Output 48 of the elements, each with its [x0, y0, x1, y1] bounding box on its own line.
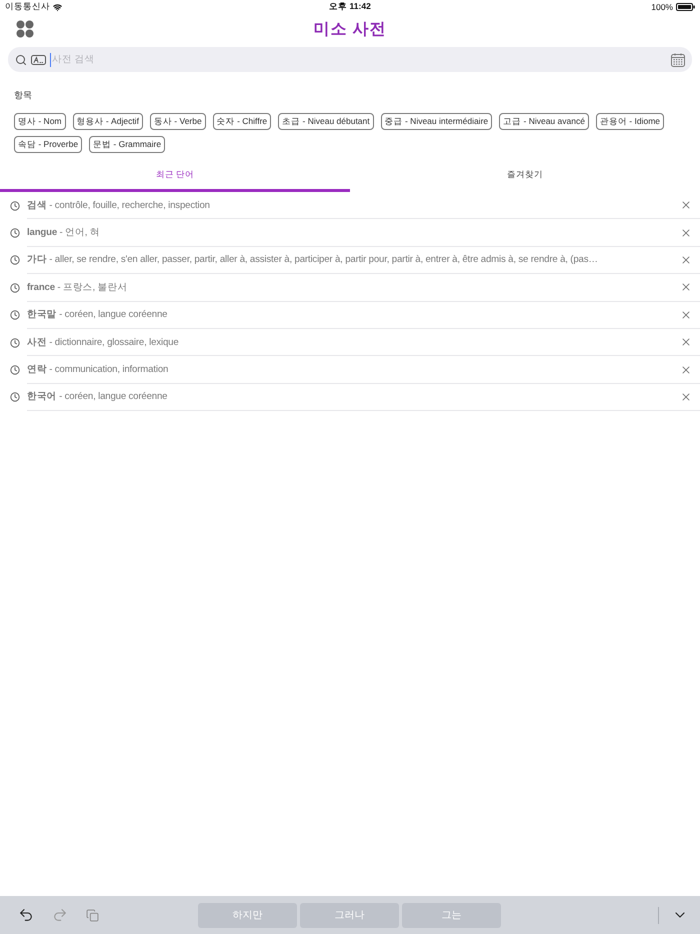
clock-icon [10, 310, 20, 320]
category-chip[interactable]: 고급 - Niveau avancé [499, 113, 589, 130]
category-chip[interactable]: 동사 - Verbe [150, 113, 206, 130]
close-icon[interactable] [680, 254, 692, 266]
wifi-icon [53, 2, 62, 12]
search-icon [15, 54, 27, 66]
clock-icon [10, 392, 20, 402]
category-chip[interactable]: 관용어 - Idiome [596, 113, 664, 130]
recent-word-entry[interactable]: langue - 언어, 혀 [27, 226, 100, 240]
category-chip[interactable]: 명사 - Nom [14, 113, 66, 130]
close-icon[interactable] [680, 226, 692, 239]
recent-word-entry[interactable]: 가다 - aller, se rendre, s'en aller, passer, partir, aller à, assister à, participer à, partir pour, partir à, entrer à, être admis à, se rendre à, (pas… [27, 253, 598, 266]
search-field[interactable]: 사전 검색 [8, 47, 692, 72]
recent-word-entry[interactable]: 사전 - dictionnaire, glossaire, lexique [27, 336, 179, 349]
search-input[interactable]: 사전 검색 [50, 52, 667, 66]
battery-percent: 100% [651, 2, 673, 12]
recent-word-entry[interactable]: 검색 - contrôle, fouille, recherche, inspection [27, 198, 210, 212]
battery-icon [676, 3, 695, 11]
close-icon[interactable] [680, 308, 692, 321]
close-icon[interactable] [680, 336, 692, 348]
recent-word-entry[interactable]: 연락 - communication, information [27, 363, 168, 376]
clock-icon [10, 282, 20, 293]
clock-icon [10, 200, 20, 211]
close-icon[interactable] [680, 199, 692, 212]
calendar-icon[interactable] [671, 52, 685, 66]
section-label: 항목 [14, 89, 32, 102]
app-title: 미소 사전 [313, 20, 387, 40]
clock-icon [10, 228, 20, 238]
status-time: 오후 11:42 [329, 1, 371, 13]
apps-grid-icon[interactable] [16, 20, 34, 38]
close-icon[interactable] [680, 281, 692, 294]
clock-icon [10, 365, 20, 376]
recent-word-entry[interactable]: 한국어 - coréen, langue coréenne [27, 390, 168, 404]
clock-icon [10, 255, 20, 266]
handwriting-icon[interactable] [31, 54, 46, 64]
category-chip[interactable]: 중급 - Niveau intermédiaire [380, 113, 492, 130]
undo-icon[interactable] [18, 907, 34, 923]
category-chip[interactable]: 문법 - Grammaire [89, 136, 166, 153]
category-chip[interactable]: 숫자 - Chiffre [212, 113, 272, 130]
recent-word-entry[interactable]: france - 프랑스, 불란서 [27, 280, 128, 294]
category-chip[interactable]: 형용사 - Adjectif [72, 113, 143, 130]
category-chip[interactable]: 초급 - Niveau débutant [278, 113, 374, 130]
carrier-name: 이동통신사 [5, 1, 50, 13]
clock-icon [10, 338, 20, 348]
close-icon[interactable] [680, 364, 692, 376]
category-chip[interactable]: 속담 - Proverbe [14, 136, 82, 153]
close-icon[interactable] [680, 390, 692, 403]
recent-word-entry[interactable]: 한국말 - coréen, langue coréenne [27, 308, 168, 322]
